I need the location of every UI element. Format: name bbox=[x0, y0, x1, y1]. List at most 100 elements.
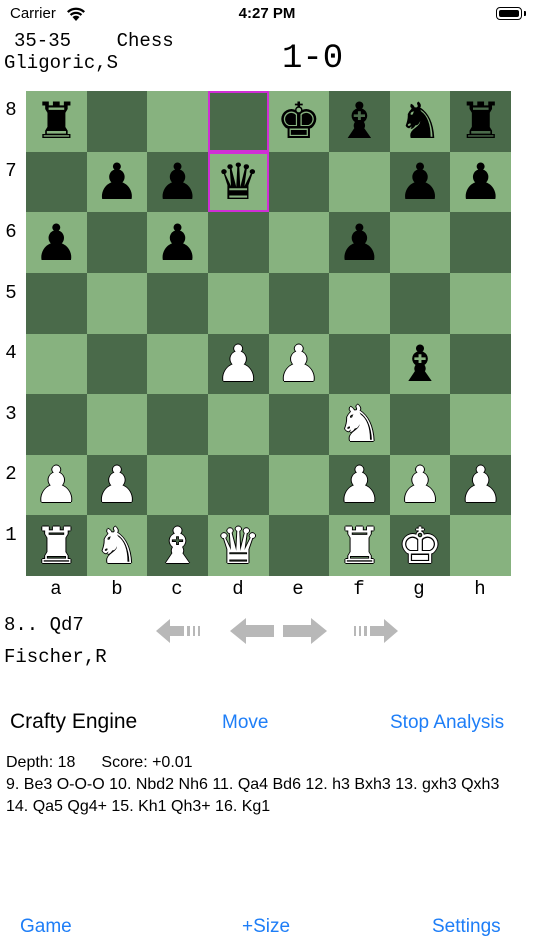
square-g1[interactable]: ♚ bbox=[389, 515, 451, 576]
square-b4[interactable] bbox=[86, 333, 148, 395]
square-g3[interactable] bbox=[389, 394, 451, 455]
square-d1[interactable]: ♛ bbox=[207, 515, 269, 576]
square-c1[interactable]: ♝ bbox=[147, 515, 208, 576]
square-b5[interactable] bbox=[86, 272, 148, 334]
square-f1[interactable]: ♜ bbox=[329, 515, 390, 576]
square-d5[interactable] bbox=[207, 272, 269, 334]
square-g2[interactable]: ♟ bbox=[389, 454, 451, 516]
square-e7[interactable] bbox=[268, 151, 330, 213]
square-h6[interactable] bbox=[450, 212, 511, 273]
next-move-icon[interactable] bbox=[281, 617, 329, 645]
black-rook-icon[interactable]: ♜ bbox=[26, 91, 87, 152]
size-button[interactable]: +Size bbox=[242, 916, 290, 938]
black-knight-icon[interactable]: ♞ bbox=[390, 91, 451, 152]
black-pawn-icon[interactable]: ♟ bbox=[26, 212, 87, 273]
square-g8[interactable]: ♞ bbox=[389, 91, 451, 152]
white-rook-icon[interactable]: ♜ bbox=[329, 515, 390, 576]
black-queen-icon[interactable]: ♛ bbox=[210, 154, 267, 211]
square-a8[interactable]: ♜ bbox=[26, 91, 87, 152]
black-king-icon[interactable]: ♚ bbox=[269, 91, 330, 152]
white-rook-icon[interactable]: ♜ bbox=[26, 515, 87, 576]
chess-board[interactable]: ♜ ♚ ♝ ♞ ♜ ♟ ♟ ♛ ♟ ♟ ♟ ♟ ♟ ♟ ♟ ♝ ♞ ♟ ♟ ♟ ♟ ♟ ♜ ♞ ♝ ♛ ♜ ♚ bbox=[26, 91, 511, 576]
square-e1[interactable] bbox=[268, 515, 330, 576]
white-pawn-icon[interactable]: ♟ bbox=[26, 455, 87, 516]
white-pawn-icon[interactable]: ♟ bbox=[269, 334, 330, 395]
square-h2[interactable]: ♟ bbox=[450, 454, 511, 516]
white-queen-icon[interactable]: ♛ bbox=[208, 515, 269, 576]
square-f8[interactable]: ♝ bbox=[329, 91, 390, 152]
white-pawn-icon[interactable]: ♟ bbox=[450, 455, 511, 516]
square-h7[interactable]: ♟ bbox=[450, 151, 511, 213]
square-f5[interactable] bbox=[329, 272, 390, 334]
square-f2[interactable]: ♟ bbox=[329, 454, 390, 516]
square-b8[interactable] bbox=[86, 91, 148, 152]
square-g5[interactable] bbox=[389, 272, 451, 334]
white-pawn-icon[interactable]: ♟ bbox=[390, 455, 451, 516]
move-button[interactable]: Move bbox=[222, 712, 268, 734]
square-c2[interactable] bbox=[147, 454, 208, 516]
square-c7[interactable]: ♟ bbox=[147, 151, 208, 213]
square-g6[interactable] bbox=[389, 212, 451, 273]
white-king-icon[interactable]: ♚ bbox=[390, 515, 451, 576]
square-b6[interactable] bbox=[86, 212, 148, 273]
square-f3[interactable]: ♞ bbox=[329, 394, 390, 455]
black-pawn-icon[interactable]: ♟ bbox=[147, 212, 208, 273]
square-b3[interactable] bbox=[86, 394, 148, 455]
square-c4[interactable] bbox=[147, 333, 208, 395]
square-e2[interactable] bbox=[268, 454, 330, 516]
square-d4[interactable]: ♟ bbox=[207, 333, 269, 395]
black-pawn-icon[interactable]: ♟ bbox=[450, 152, 511, 213]
white-knight-icon[interactable]: ♞ bbox=[329, 394, 390, 455]
square-c8[interactable] bbox=[147, 91, 208, 152]
square-b1[interactable]: ♞ bbox=[86, 515, 148, 576]
square-e4[interactable]: ♟ bbox=[268, 333, 330, 395]
square-h8[interactable]: ♜ bbox=[450, 91, 511, 152]
square-e3[interactable] bbox=[268, 394, 330, 455]
black-pawn-icon[interactable]: ♟ bbox=[390, 152, 451, 213]
last-move-icon[interactable] bbox=[352, 617, 400, 645]
square-a4[interactable] bbox=[26, 333, 87, 395]
square-d3[interactable] bbox=[207, 394, 269, 455]
black-bishop-icon[interactable]: ♝ bbox=[329, 91, 390, 152]
first-move-icon[interactable] bbox=[154, 617, 202, 645]
square-a3[interactable] bbox=[26, 394, 87, 455]
square-d7[interactable]: ♛ bbox=[207, 151, 269, 213]
square-h3[interactable] bbox=[450, 394, 511, 455]
white-pawn-icon[interactable]: ♟ bbox=[208, 334, 269, 395]
square-e6[interactable] bbox=[268, 212, 330, 273]
black-pawn-icon[interactable]: ♟ bbox=[147, 152, 208, 213]
square-c5[interactable] bbox=[147, 272, 208, 334]
previous-move-icon[interactable] bbox=[228, 617, 276, 645]
black-bishop-icon[interactable]: ♝ bbox=[390, 334, 451, 395]
white-pawn-icon[interactable]: ♟ bbox=[87, 455, 148, 516]
square-a5[interactable] bbox=[26, 272, 87, 334]
square-h1[interactable] bbox=[450, 515, 511, 576]
settings-button[interactable]: Settings bbox=[432, 916, 501, 938]
square-e8[interactable]: ♚ bbox=[268, 91, 330, 152]
square-f4[interactable] bbox=[329, 333, 390, 395]
square-b7[interactable]: ♟ bbox=[86, 151, 148, 213]
square-h5[interactable] bbox=[450, 272, 511, 334]
square-g4[interactable]: ♝ bbox=[389, 333, 451, 395]
black-pawn-icon[interactable]: ♟ bbox=[329, 212, 390, 273]
square-a2[interactable]: ♟ bbox=[26, 454, 87, 516]
square-b2[interactable]: ♟ bbox=[86, 454, 148, 516]
square-h4[interactable] bbox=[450, 333, 511, 395]
black-pawn-icon[interactable]: ♟ bbox=[87, 152, 148, 213]
square-f6[interactable]: ♟ bbox=[329, 212, 390, 273]
black-rook-icon[interactable]: ♜ bbox=[450, 91, 511, 152]
square-a6[interactable]: ♟ bbox=[26, 212, 87, 273]
white-knight-icon[interactable]: ♞ bbox=[87, 515, 148, 576]
square-d6[interactable] bbox=[207, 212, 269, 273]
game-button[interactable]: Game bbox=[20, 916, 72, 938]
square-d8[interactable] bbox=[207, 91, 269, 152]
square-a1[interactable]: ♜ bbox=[26, 515, 87, 576]
square-f7[interactable] bbox=[329, 151, 390, 213]
square-d2[interactable] bbox=[207, 454, 269, 516]
white-pawn-icon[interactable]: ♟ bbox=[329, 455, 390, 516]
square-g7[interactable]: ♟ bbox=[389, 151, 451, 213]
square-c6[interactable]: ♟ bbox=[147, 212, 208, 273]
white-bishop-icon[interactable]: ♝ bbox=[147, 515, 208, 576]
square-c3[interactable] bbox=[147, 394, 208, 455]
square-e5[interactable] bbox=[268, 272, 330, 334]
